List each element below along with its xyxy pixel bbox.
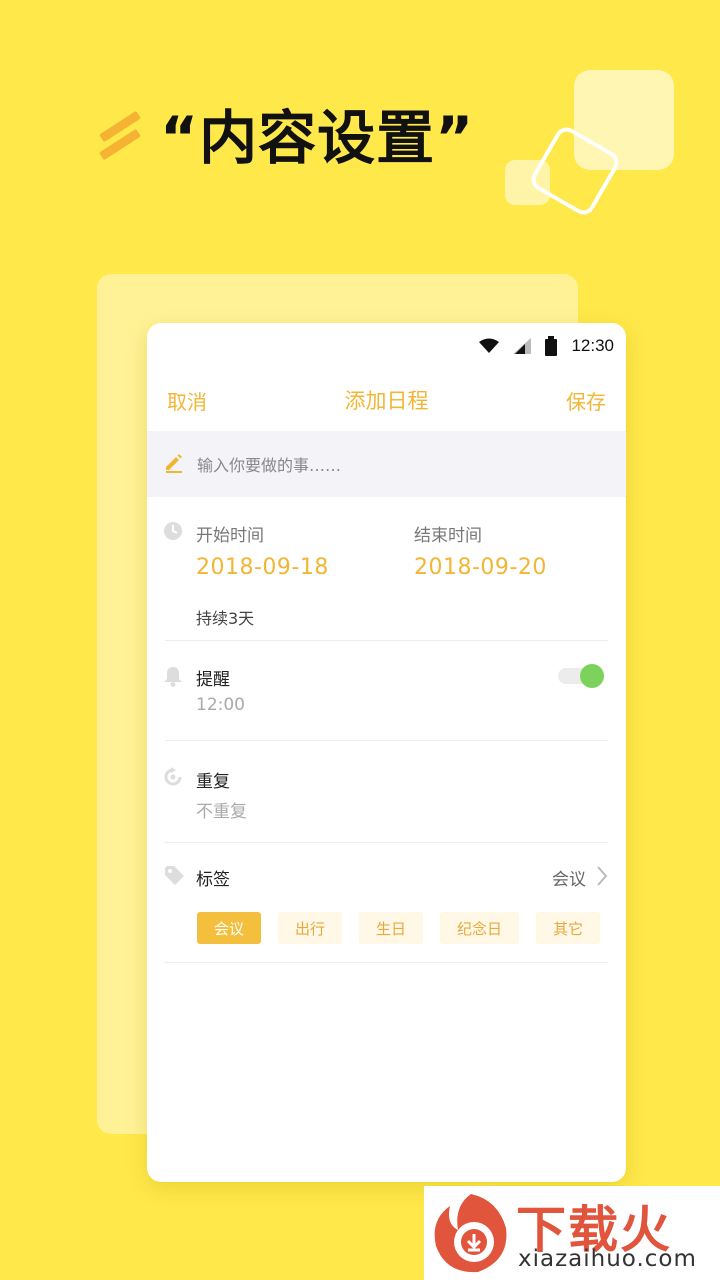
- phone-screen: 12:30 取消 添加日程 保存 输入你要做的事…… 开始时间 2018-09-…: [147, 323, 626, 1182]
- tag-chips: 会议 出行 生日 纪念日 其它: [197, 912, 601, 944]
- tag-chip-birthday[interactable]: 生日: [359, 912, 424, 944]
- watermark-domain: xiazaihuo.com: [518, 1246, 697, 1272]
- start-time-label: 开始时间: [196, 526, 264, 546]
- page-headline: “内容设置”: [160, 104, 475, 172]
- event-title-input[interactable]: 输入你要做的事……: [147, 431, 626, 497]
- divider: [165, 640, 608, 641]
- tag-chip-anniversary[interactable]: 纪念日: [440, 912, 520, 944]
- reminder-title: 提醒: [196, 670, 230, 690]
- watermark-logo-icon: [428, 1190, 514, 1280]
- title-bar: 取消 添加日程 保存: [147, 369, 626, 431]
- cancel-button[interactable]: 取消: [167, 386, 207, 415]
- repeat-icon: [163, 767, 183, 791]
- save-button[interactable]: 保存: [566, 386, 606, 415]
- tag-chip-other[interactable]: 其它: [536, 912, 601, 944]
- pencil-icon: [163, 451, 185, 477]
- time-section: 开始时间 2018-09-18 结束时间 2018-09-20 持续3天: [147, 497, 626, 637]
- status-bar: 12:30: [147, 323, 626, 369]
- page-title: 添加日程: [344, 389, 429, 413]
- status-time: 12:30: [571, 336, 614, 355]
- repeat-title: 重复: [196, 772, 230, 792]
- decorative-stripes: [98, 110, 142, 164]
- clock-icon: [163, 521, 183, 545]
- divider: [165, 740, 608, 741]
- watermark: 下载火 xiazaihuo.com: [424, 1186, 720, 1280]
- divider: [165, 842, 608, 843]
- duration-text: 持续3天: [196, 609, 255, 628]
- tags-title: 标签: [196, 870, 230, 890]
- end-time[interactable]: 结束时间 2018-09-20: [414, 521, 547, 580]
- bell-icon: [163, 665, 183, 691]
- event-title-placeholder: 输入你要做的事……: [197, 456, 342, 475]
- tag-icon: [163, 864, 185, 890]
- tag-chip-meeting[interactable]: 会议: [197, 912, 262, 944]
- wifi-icon: [479, 338, 500, 354]
- repeat-value[interactable]: 不重复: [196, 797, 247, 822]
- battery-icon: [545, 336, 558, 356]
- end-time-label: 结束时间: [414, 526, 482, 546]
- signal-icon: [513, 338, 532, 354]
- divider: [165, 962, 608, 963]
- tag-chip-travel[interactable]: 出行: [278, 912, 343, 944]
- end-time-value: 2018-09-20: [414, 555, 547, 580]
- start-time-value: 2018-09-18: [196, 555, 329, 580]
- reminder-time[interactable]: 12:00: [196, 695, 245, 715]
- chevron-right-icon[interactable]: [596, 865, 608, 891]
- start-time[interactable]: 开始时间 2018-09-18: [196, 521, 329, 580]
- selected-tag-value[interactable]: 会议: [552, 865, 586, 890]
- toggle-knob: [580, 664, 604, 688]
- reminder-toggle[interactable]: [558, 664, 604, 688]
